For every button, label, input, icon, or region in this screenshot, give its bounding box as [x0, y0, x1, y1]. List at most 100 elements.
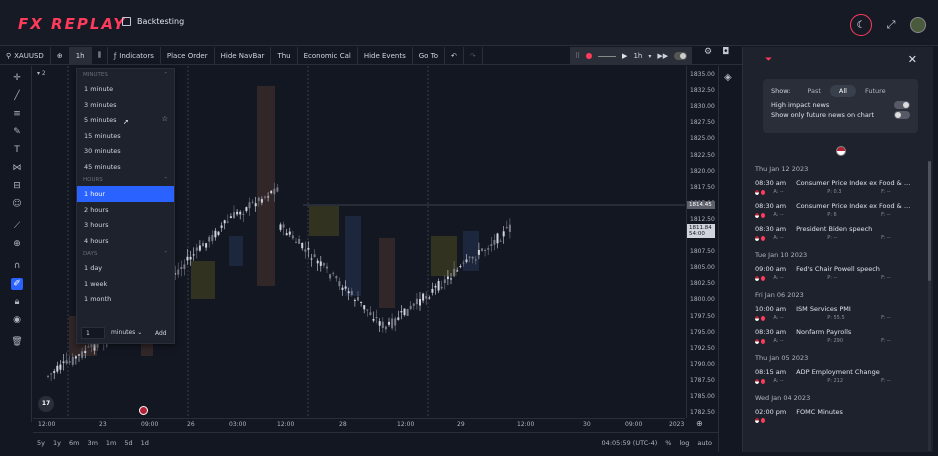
trash-icon[interactable]: 🗑︎ [11, 336, 23, 348]
interval-option[interactable]: 1 month [77, 291, 174, 307]
news-item[interactable]: 02:00 pm FOMC Minutes [743, 407, 923, 430]
high-impact-toggle[interactable] [894, 101, 910, 109]
interval-option[interactable]: 3 minutes [77, 97, 174, 113]
range-1y[interactable]: 1y [49, 439, 65, 447]
price-axis[interactable]: 1782.50 1785.00 1787.50 1790.00 1792.50 1795.… [686, 66, 718, 418]
drag-handle-icon[interactable]: ⠿ [575, 52, 580, 60]
dropdown-section-header[interactable]: MINUTES ⌃ [77, 69, 174, 81]
trend-line-icon[interactable]: ╱ [11, 90, 23, 102]
brush-icon[interactable]: ✎ [11, 126, 23, 138]
user-avatar[interactable] [910, 17, 926, 33]
stay-in-drawing-icon[interactable]: ✐ [11, 278, 23, 290]
tab-past[interactable]: Past [798, 85, 830, 97]
favorite-star-icon[interactable]: ☆ [162, 115, 168, 123]
fib-icon[interactable]: ≡ [11, 108, 23, 120]
replay-toggle[interactable] [674, 52, 687, 60]
app-logo[interactable]: FX REPLAY [18, 15, 126, 33]
time-axis-settings-icon[interactable]: ⊕ [696, 419, 703, 428]
interval-option[interactable]: 1 day [77, 260, 174, 276]
go-to-button[interactable]: Go To [413, 46, 446, 65]
scroll-thumb[interactable] [928, 161, 931, 281]
range-1m[interactable]: 1m [102, 439, 120, 447]
clock-readout[interactable]: 04:05:59 (UTC-4) [602, 439, 658, 447]
eye-icon[interactable]: ◉ [11, 314, 23, 326]
text-icon[interactable]: T [11, 144, 23, 156]
hide-events-button[interactable]: Hide Events [358, 46, 413, 65]
undo-button[interactable]: ↶ [445, 46, 464, 65]
ruler-icon[interactable]: ⟋ [11, 220, 23, 232]
day-button[interactable]: Thu [271, 46, 298, 65]
close-icon[interactable]: ✕ [908, 53, 917, 66]
auto-toggle[interactable]: auto [697, 439, 712, 447]
news-previous: P: 55.5 [827, 315, 845, 321]
pattern-icon[interactable]: ⋈ [11, 162, 23, 174]
interval-option[interactable]: 4 hours [77, 233, 174, 249]
interval-option[interactable]: 15 minutes [77, 128, 174, 144]
add-symbol-button[interactable]: ⊕ [51, 46, 70, 65]
range-6m[interactable]: 6m [65, 439, 83, 447]
lock-icon[interactable]: 🔒︎ [11, 296, 23, 308]
zoom-icon[interactable]: ⊕ [11, 238, 23, 250]
replay-slider[interactable] [597, 55, 617, 57]
news-item[interactable]: 09:00 am Fed's Chair Powell speech A: -- P:… [743, 264, 923, 287]
future-only-toggle[interactable] [894, 111, 910, 119]
custom-interval-unit[interactable]: minutes ⌄ [109, 327, 147, 339]
camera-icon[interactable]: ◘ [722, 47, 729, 57]
chevron-down-icon[interactable]: ▾ [648, 53, 651, 60]
interval-option[interactable]: 1 minute [77, 81, 174, 97]
custom-interval-value[interactable]: 1 [81, 327, 105, 339]
symbol-search[interactable]: ⚲ XAUUSD [0, 46, 51, 65]
legend-toggle[interactable]: ▾ 2 [37, 70, 46, 77]
interval-option[interactable]: 2 hours [77, 202, 174, 218]
news-item[interactable]: 10:00 am ISM Services PMI A: -- P: 55.5 F: -… [743, 304, 923, 327]
interval-option[interactable]: 5 minutes ☆ ➚ [77, 112, 174, 128]
news-item[interactable]: 08:30 am Nonfarm Payrolls A: -- P: 290 F: -- [743, 327, 923, 350]
forward-icon[interactable]: ▶▶ [657, 52, 668, 60]
news-item[interactable]: 08:30 am Consumer Price Index ex Food & E… [743, 178, 923, 201]
position-icon[interactable]: ⊟ [11, 180, 23, 192]
us-flag-icon[interactable] [836, 146, 846, 156]
backtesting-mode[interactable]: Backtesting [122, 17, 184, 26]
redo-button[interactable]: ↷ [464, 46, 483, 65]
range-5y[interactable]: 5y [33, 439, 49, 447]
economic-cal-button[interactable]: Economic Cal [298, 46, 358, 65]
add-interval-button[interactable]: Add [151, 330, 167, 337]
tab-future[interactable]: Future [856, 85, 895, 97]
interval-option[interactable]: 1 week [77, 276, 174, 292]
candle-body [499, 240, 502, 242]
magnet-icon[interactable]: ∩ [11, 260, 23, 272]
range-3m[interactable]: 3m [83, 439, 101, 447]
layers-icon[interactable]: ◈ [724, 72, 732, 83]
news-item[interactable]: 08:30 am Consumer Price Index ex Food & E… [743, 201, 923, 224]
dropdown-section-header[interactable]: DAYS ⌃ [77, 248, 174, 260]
range-5d[interactable]: 5d [120, 439, 136, 447]
tab-all[interactable]: All [829, 85, 856, 97]
settings-gear-icon[interactable]: ⚙ [704, 47, 712, 57]
news-item[interactable]: 08:15 am ADP Employment Change A: -- P: 212… [743, 367, 923, 390]
log-toggle[interactable]: log [679, 439, 689, 447]
news-item[interactable]: 08:30 am President Biden speech A: -- P: --… [743, 224, 923, 247]
percent-toggle[interactable]: % [665, 439, 671, 447]
interval-button[interactable]: 1h [69, 46, 92, 65]
emoji-icon[interactable]: ☺ [11, 198, 23, 210]
fullscreen-icon[interactable]: ⤢ [884, 18, 898, 32]
replay-interval[interactable]: 1h [633, 52, 642, 60]
event-flag-icon[interactable] [139, 406, 148, 415]
dropdown-section-header[interactable]: HOURS ⌃ [77, 174, 174, 186]
time-axis[interactable]: 12:00 23 09:00 26 03:00 12:00 28 12:00 29 12:00 30… [33, 418, 685, 430]
filter-icon[interactable]: ⏷ [765, 55, 772, 65]
indicators-button[interactable]: ƒ Indicators [108, 46, 161, 65]
tradingview-logo[interactable]: 17 [38, 396, 54, 412]
interval-option[interactable]: 1 hour [77, 186, 174, 202]
place-order-button[interactable]: Place Order [161, 46, 215, 65]
crosshair-icon[interactable]: ✛ [11, 72, 23, 84]
range-1d[interactable]: 1d [137, 439, 153, 447]
interval-option[interactable]: 30 minutes [77, 143, 174, 159]
interval-option[interactable]: 45 minutes [77, 159, 174, 175]
play-icon[interactable]: ▶ [622, 52, 627, 60]
news-scrollbar[interactable] [928, 161, 931, 451]
chart-type-button[interactable]: ⫼ [92, 46, 108, 65]
theme-toggle-moon-icon[interactable]: ☾ [850, 14, 872, 36]
hide-navbar-button[interactable]: Hide NavBar [215, 46, 272, 65]
interval-option[interactable]: 3 hours [77, 217, 174, 233]
